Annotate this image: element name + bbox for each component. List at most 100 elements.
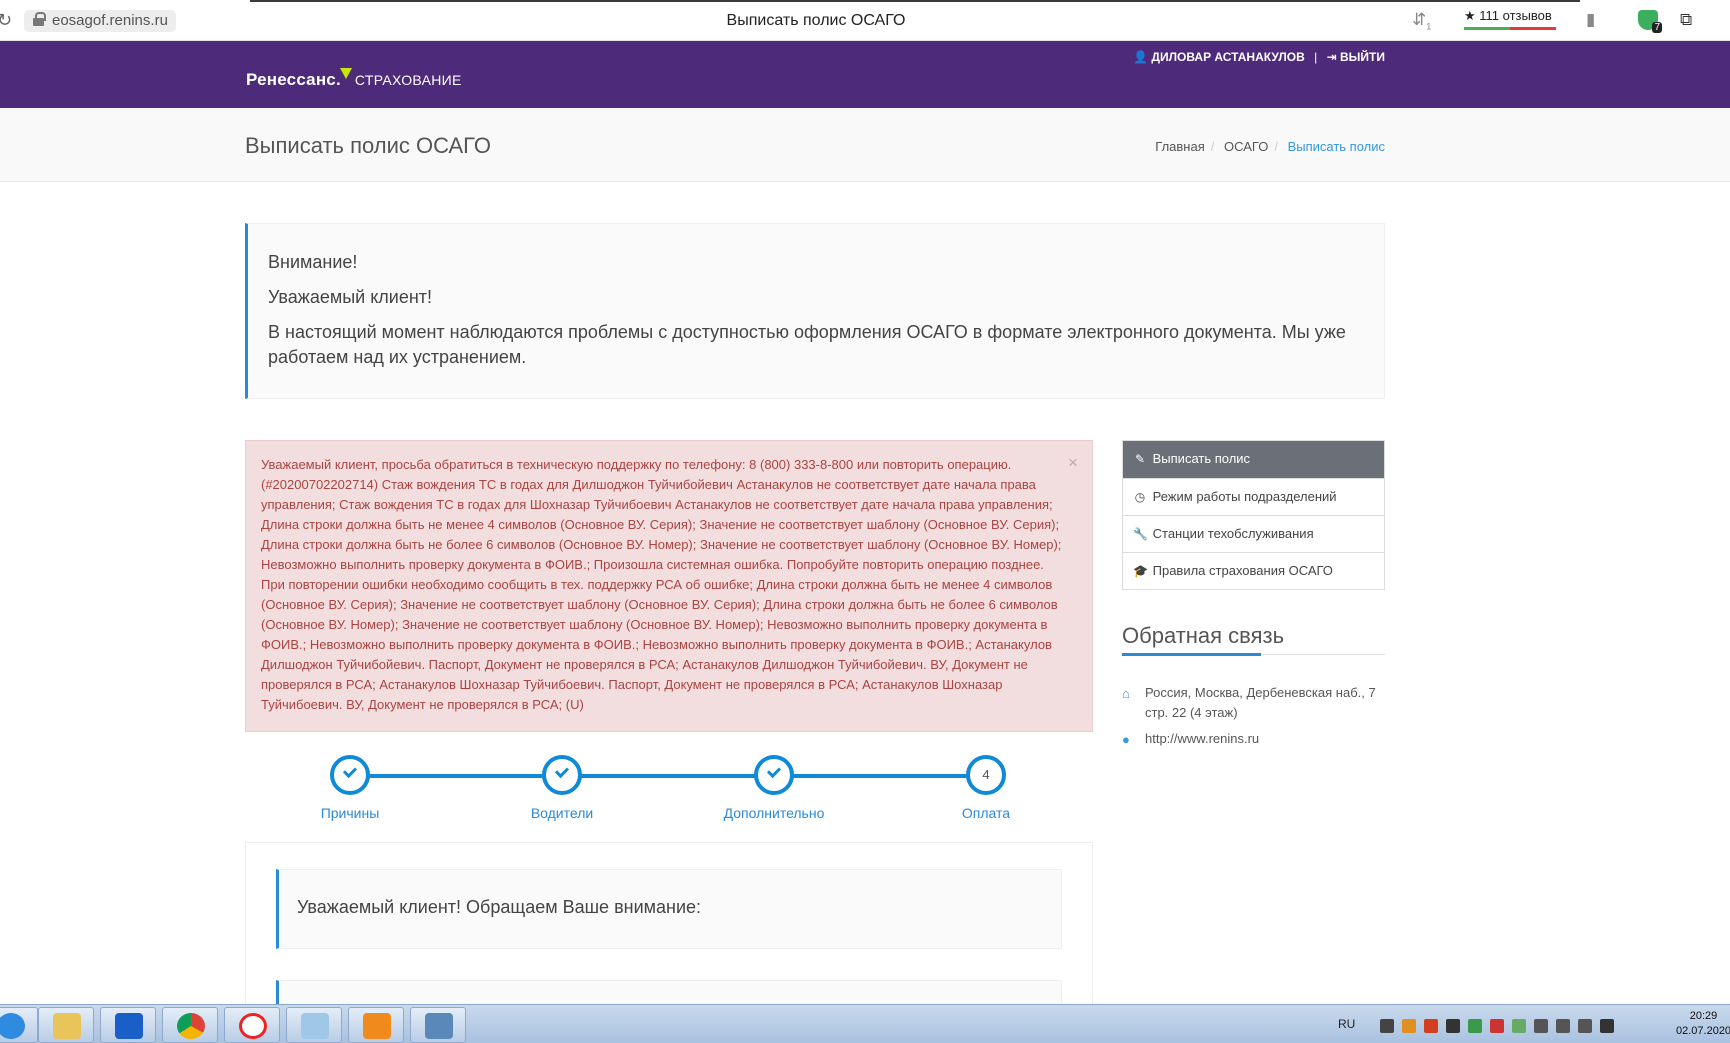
- step-label: Причины: [320, 805, 380, 821]
- sidebar-menu: ✎ Выписать полис ◷ Режим работы подразде…: [1122, 440, 1385, 590]
- logo-sub-text: СТРАХОВАНИЕ: [354, 72, 462, 88]
- clock-icon: ◷: [1134, 490, 1146, 504]
- notice-message: В настоящий момент наблюдаются проблемы …: [268, 322, 1346, 367]
- website-link[interactable]: http://www.renins.ru: [1145, 729, 1259, 749]
- user-icon: 👤: [1133, 50, 1149, 64]
- sidebar-item-label: Станции техобслуживания: [1152, 526, 1314, 541]
- folder-icon: [53, 1013, 81, 1039]
- page-title-band: Выписать полис ОСАГО Главная / ОСАГО / Вып…: [0, 108, 1730, 182]
- picture-icon: [425, 1013, 453, 1039]
- clock-time: 20:29: [1689, 1010, 1718, 1022]
- step-additional[interactable]: Дополнительно: [714, 755, 834, 821]
- graduation-cap-icon: 🎓: [1133, 564, 1148, 578]
- taskbar-notepad[interactable]: [286, 1007, 342, 1043]
- tray-icon[interactable]: [1490, 1019, 1504, 1033]
- step-check-circle: [754, 755, 794, 795]
- user-nav: 👤 ДИЛОВАР АСТАНАКУЛОВ | ⇥ ВЫЙТИ: [1133, 50, 1385, 64]
- browser-toolbar: ↻ eosagof.renins.ru Выписать полис ОСАГО…: [0, 0, 1730, 41]
- yandex-icon: [239, 1013, 267, 1039]
- taskbar-pdf[interactable]: [348, 1007, 404, 1043]
- step-label: Оплата: [961, 805, 1011, 821]
- taskbar-chrome[interactable]: [162, 1007, 218, 1043]
- wizard-steps: Причины Водители Дополнительно 4 Оплата: [245, 752, 1093, 822]
- step-reasons[interactable]: Причины: [290, 755, 410, 821]
- flag-icon[interactable]: [1534, 1019, 1548, 1033]
- tray-icon[interactable]: [1424, 1019, 1438, 1033]
- taskbar-pictures[interactable]: [410, 1007, 466, 1043]
- notepad-icon: [301, 1013, 329, 1039]
- reviews-rating-bar: [1464, 27, 1556, 30]
- system-clock[interactable]: 20:29 02.07.2020: [1676, 1009, 1730, 1039]
- globe-icon: ●: [1122, 732, 1130, 747]
- step-label: Дополнительно: [723, 805, 825, 821]
- tray-icon[interactable]: [1468, 1019, 1482, 1033]
- check-icon: [342, 763, 358, 779]
- downloads-icon[interactable]: ⧉: [1680, 10, 1692, 32]
- sidebar-item-label: Режим работы подразделений: [1152, 489, 1337, 504]
- step-check-circle: [542, 755, 582, 795]
- contact-address: ⌂ Россия, Москва, Дербеневская наб., 7 с…: [1122, 683, 1385, 723]
- taskbar-mail[interactable]: [100, 1007, 156, 1043]
- feedback-underline: [1122, 653, 1385, 656]
- step-label: Водители: [530, 805, 594, 821]
- breadcrumb-osago[interactable]: ОСАГО: [1224, 139, 1268, 154]
- address-text: Россия, Москва, Дербеневская наб., 7 стр…: [1145, 685, 1376, 720]
- close-icon[interactable]: ×: [1068, 453, 1078, 473]
- network-icon[interactable]: [1600, 1019, 1614, 1033]
- tray-icon[interactable]: [1512, 1019, 1526, 1033]
- pdf-icon: [363, 1013, 391, 1039]
- breadcrumb: Главная / ОСАГО / Выписать полис: [1155, 139, 1385, 154]
- logo-triangle-icon: [339, 68, 352, 79]
- feedback-title: Обратная связь: [1122, 623, 1285, 648]
- contact-website: ● http://www.renins.ru: [1122, 729, 1259, 749]
- reviews-label: ★ 111 отзывов: [1464, 8, 1552, 23]
- bookmark-icon[interactable]: ▮: [1586, 10, 1595, 32]
- taskbar-explorer[interactable]: [38, 1007, 94, 1043]
- sidebar-item-service-stations[interactable]: 🔧 Станции техобслуживания: [1123, 515, 1384, 552]
- notice-heading: Внимание!: [268, 252, 358, 272]
- logout-link[interactable]: ВЫЙТИ: [1340, 50, 1385, 64]
- windows-taskbar: RU 20:29 02.07.2020: [0, 1004, 1730, 1043]
- step-check-circle: [330, 755, 370, 795]
- site-header: Ренессанс. СТРАХОВАНИЕ 👤 ДИЛОВАР АСТАНАКУ…: [0, 41, 1730, 108]
- sidebar-item-insurance-rules[interactable]: 🎓 Правила страхования ОСАГО: [1123, 552, 1384, 589]
- breadcrumb-current[interactable]: Выписать полис: [1288, 139, 1385, 154]
- mail-icon: [115, 1013, 143, 1039]
- reviews-badge[interactable]: ★ 111 отзывов: [1464, 8, 1556, 30]
- signal-icon[interactable]: [1556, 1019, 1570, 1033]
- sidebar-item-label: Выписать полис: [1152, 451, 1251, 466]
- system-tray: [1380, 1019, 1660, 1033]
- breadcrumb-home[interactable]: Главная: [1155, 139, 1204, 154]
- logo-main-text: Ренессанс.: [246, 70, 341, 89]
- availability-notice: Внимание! Уважаемый клиент! В настоящий …: [245, 223, 1385, 399]
- wrench-icon: 🔧: [1133, 527, 1148, 541]
- clock-date: 02.07.2020: [1676, 1025, 1730, 1037]
- nav-separator: |: [1314, 50, 1318, 64]
- user-name-link[interactable]: ДИЛОВАР АСТАНАКУЛОВ: [1151, 50, 1304, 64]
- sidebar-item-office-hours[interactable]: ◷ Режим работы подразделений: [1123, 478, 1384, 515]
- error-alert: × Уважаемый клиент, просьба обратиться в…: [245, 440, 1093, 732]
- step-drivers[interactable]: Водители: [502, 755, 622, 821]
- translate-icon[interactable]: ⇵1: [1412, 10, 1431, 32]
- page-title: Выписать полис ОСАГО: [245, 133, 491, 158]
- renaissance-logo[interactable]: Ренессанс. СТРАХОВАНИЕ: [246, 68, 462, 90]
- tray-icon[interactable]: [1402, 1019, 1416, 1033]
- volume-icon[interactable]: [1578, 1019, 1592, 1033]
- protect-shield-icon[interactable]: 7: [1638, 10, 1662, 33]
- step-number-circle: 4: [966, 755, 1006, 795]
- notice-greeting: Уважаемый клиент!: [268, 287, 433, 307]
- tray-icon[interactable]: [1380, 1019, 1394, 1033]
- logout-icon: ⇥: [1326, 50, 1337, 64]
- page-tab-title: Выписать полис ОСАГО: [726, 12, 906, 29]
- check-icon: [554, 763, 570, 779]
- taskbar-yandex[interactable]: [224, 1007, 280, 1043]
- edit-icon: ✎: [1134, 452, 1146, 466]
- tab-strip-line: [250, 0, 1580, 2]
- sidebar-item-issue-policy[interactable]: ✎ Выписать полис: [1123, 441, 1384, 478]
- step-payment[interactable]: 4 Оплата: [926, 755, 1046, 821]
- error-message: Уважаемый клиент, просьба обратиться в т…: [261, 457, 1062, 712]
- taskbar-ie[interactable]: [0, 1007, 38, 1043]
- tray-icon[interactable]: [1446, 1019, 1460, 1033]
- language-indicator[interactable]: RU: [1338, 1017, 1355, 1031]
- check-icon: [766, 763, 782, 779]
